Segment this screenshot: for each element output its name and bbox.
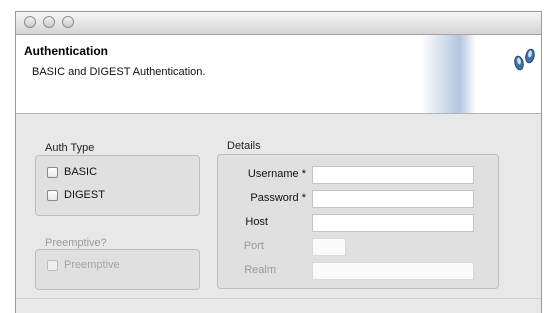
zoom-button[interactable] <box>62 16 74 28</box>
preemptive-group-label: Preemptive? <box>45 237 107 249</box>
preemptive-group: Preemptive <box>35 249 200 290</box>
preemptive-checkbox-row[interactable]: Preemptive <box>47 257 120 273</box>
wizard-window: Authentication BASIC and DIGEST Authenti… <box>15 11 542 313</box>
basic-checkbox[interactable] <box>47 166 58 178</box>
basic-checkbox-row[interactable]: BASIC <box>47 164 97 180</box>
port-label: Port <box>243 240 264 252</box>
footer-divider <box>16 298 541 299</box>
digest-checkbox-label: DIGEST <box>64 189 105 201</box>
page-subtitle: BASIC and DIGEST Authentication. <box>32 66 206 78</box>
password-label: Password * <box>250 192 306 204</box>
close-button[interactable] <box>24 16 36 28</box>
basic-checkbox-label: BASIC <box>64 166 98 178</box>
auth-type-group: BASIC DIGEST <box>35 155 200 216</box>
host-field[interactable] <box>312 214 474 232</box>
auth-type-label: Auth Type <box>45 142 95 154</box>
digest-checkbox[interactable] <box>47 189 58 201</box>
page-title: Authentication <box>24 44 108 58</box>
minimize-button[interactable] <box>43 16 55 28</box>
header-gradient-stripe <box>421 35 476 113</box>
title-bar <box>16 12 541 35</box>
username-field[interactable] <box>312 166 474 184</box>
username-label: Username * <box>247 168 306 180</box>
port-field[interactable] <box>312 238 346 256</box>
host-label: Host <box>245 216 268 228</box>
wizard-header: Authentication BASIC and DIGEST Authenti… <box>16 35 541 114</box>
realm-field[interactable] <box>312 262 474 280</box>
details-label: Details <box>227 140 261 152</box>
digest-checkbox-row[interactable]: DIGEST <box>47 187 105 203</box>
preemptive-checkbox[interactable] <box>47 259 58 271</box>
wizard-content: Auth Type BASIC DIGEST Preemptive? Preem… <box>16 114 541 313</box>
realm-label: Realm <box>244 264 276 276</box>
preemptive-checkbox-label: Preemptive <box>64 259 120 271</box>
details-group: Username * Password * Host Port Realm <box>217 154 499 289</box>
footprints-icon <box>514 48 535 71</box>
password-field[interactable] <box>312 190 474 208</box>
